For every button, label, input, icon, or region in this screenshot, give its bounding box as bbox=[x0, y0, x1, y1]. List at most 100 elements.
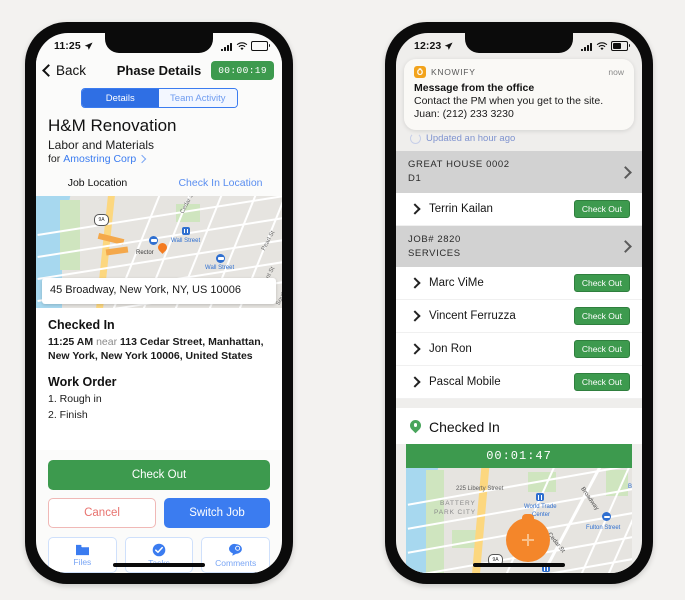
phase-company-row: for Amostring Corp bbox=[48, 153, 270, 165]
home-indicator bbox=[113, 563, 205, 567]
refresh-icon bbox=[410, 133, 421, 145]
wifi-icon bbox=[236, 42, 247, 51]
signal-icon bbox=[221, 43, 232, 51]
tab-team-activity[interactable]: Team Activity bbox=[159, 89, 237, 107]
check-out-button[interactable]: Check Out bbox=[48, 460, 270, 490]
folder-icon bbox=[75, 544, 89, 556]
phase-header: H&M Renovation Labor and Materials for A… bbox=[36, 116, 282, 171]
status-time: 11:25 bbox=[54, 40, 81, 52]
worker-name: Pascal Mobile bbox=[429, 376, 501, 389]
signal-icon bbox=[581, 43, 592, 51]
switch-job-button[interactable]: Switch Job bbox=[164, 498, 270, 528]
segmented-control[interactable]: Details Team Activity bbox=[80, 88, 238, 108]
map-label-wall-street: Wall Street bbox=[171, 238, 201, 244]
left-app: 11:25 Back Phase Details 00:00:19 Detail… bbox=[36, 33, 282, 573]
map-label-fulton: Fulton Street bbox=[586, 525, 621, 532]
check-circle-icon bbox=[152, 543, 166, 557]
worker-check-out-button[interactable]: Check Out bbox=[573, 307, 630, 326]
map-label-park-city: PARK CITY bbox=[434, 509, 476, 517]
location-arrow-icon bbox=[84, 41, 93, 50]
job-group-line2: SERVICES bbox=[408, 247, 461, 259]
phase-title: H&M Renovation bbox=[48, 116, 177, 135]
comments-label: Comments bbox=[215, 558, 257, 568]
updated-status: Updated an hour ago bbox=[396, 130, 642, 151]
push-notification[interactable]: Ō KNOWIFY now Message from the office Co… bbox=[404, 59, 634, 131]
tasks-button[interactable]: Tasks bbox=[124, 537, 194, 573]
active-timer: 00:01:47 bbox=[406, 444, 632, 469]
status-indicators bbox=[581, 41, 630, 51]
status-indicators bbox=[221, 41, 270, 51]
files-button[interactable]: Files bbox=[48, 537, 117, 573]
phase-timer-badge: 00:00:19 bbox=[211, 61, 274, 80]
checked-in-near: near bbox=[96, 336, 118, 348]
left-navbar: Back Phase Details 00:00:19 bbox=[36, 57, 282, 86]
checked-in-heading: Checked In bbox=[48, 318, 115, 332]
worker-row[interactable]: Terrin Kailan Check Out bbox=[396, 192, 642, 226]
chevron-right-icon bbox=[409, 343, 421, 355]
location-tabs[interactable]: Job Location Check In Location bbox=[36, 171, 282, 196]
map-address-card: 45 Broadway, New York, NY, US 10006 bbox=[42, 278, 276, 304]
map-label-brooklyn: Broo bbox=[628, 484, 632, 491]
status-time: 12:23 bbox=[414, 40, 442, 52]
battery-icon bbox=[251, 41, 270, 51]
notification-app-name: KNOWIFY bbox=[431, 67, 476, 77]
tab-details[interactable]: Details bbox=[81, 89, 159, 107]
job-location-map[interactable]: 9A Wall Street Wall Street Rector Cedar … bbox=[36, 196, 282, 308]
icon-actions: Files Tasks bbox=[48, 537, 271, 573]
for-label: for bbox=[48, 153, 61, 165]
map-label-wall-street-2: Wall Street bbox=[205, 265, 235, 271]
battery-icon bbox=[611, 41, 630, 51]
company-link[interactable]: Amostring Corp bbox=[63, 153, 136, 165]
work-order-item: 2. Finish bbox=[48, 409, 88, 422]
worker-check-out-button[interactable]: Check Out bbox=[573, 274, 630, 293]
left-phone-frame: 11:25 Back Phase Details 00:00:19 Detail… bbox=[25, 22, 293, 584]
worker-check-out-button[interactable]: Check Out bbox=[573, 373, 630, 392]
map-transit-icon bbox=[149, 236, 158, 245]
comments-button[interactable]: Comments bbox=[201, 537, 271, 573]
worker-check-out-button[interactable]: Check Out bbox=[573, 340, 630, 359]
map-station-icon bbox=[182, 227, 190, 235]
job-group-header-great-house[interactable]: GREAT HOUSE 0002 D1 bbox=[396, 151, 642, 193]
worker-check-out-button[interactable]: Check Out bbox=[573, 199, 630, 218]
status-time-group: 12:23 bbox=[414, 40, 453, 52]
chevron-right-icon bbox=[409, 277, 421, 289]
worker-name: Vincent Ferruzza bbox=[429, 310, 516, 323]
back-button[interactable]: Back bbox=[42, 63, 86, 78]
chevron-right-icon bbox=[619, 240, 632, 253]
worker-row[interactable]: Jon Ron Check Out bbox=[396, 333, 642, 367]
worker-row[interactable]: Pascal Mobile Check Out bbox=[396, 366, 642, 400]
cancel-button[interactable]: Cancel bbox=[48, 498, 156, 528]
tab-job-location[interactable]: Job Location bbox=[36, 177, 159, 189]
worker-row[interactable]: Marc ViMe Check Out bbox=[396, 267, 642, 301]
map-label-battery-park: BATTERY bbox=[440, 500, 476, 508]
map-label-wtc: World Trade bbox=[524, 504, 557, 511]
home-indicator bbox=[473, 563, 565, 567]
updated-text: Updated an hour ago bbox=[426, 133, 516, 145]
screenshot-root: 11:25 Back Phase Details 00:00:19 Detail… bbox=[0, 0, 685, 600]
job-group-line2: D1 bbox=[408, 173, 422, 185]
work-order-heading: Work Order bbox=[48, 375, 117, 390]
map-transit-icon-2 bbox=[216, 254, 225, 263]
worker-name: Marc ViMe bbox=[429, 277, 484, 290]
notification-time: now bbox=[608, 67, 624, 77]
map-park bbox=[60, 200, 80, 270]
worker-name: Jon Ron bbox=[429, 343, 472, 356]
tab-check-in-location[interactable]: Check In Location bbox=[159, 177, 282, 189]
checked-in-bar: Checked In bbox=[396, 408, 642, 445]
job-group-header-services[interactable]: JOB# 2820 SERVICES bbox=[396, 225, 642, 268]
map-label-wtc2: Center bbox=[532, 512, 551, 519]
map-address: 45 Broadway, New York, NY, US 10006 bbox=[50, 284, 241, 297]
right-app: 12:23 Ō KNOWIFY now Message from the off… bbox=[396, 33, 642, 573]
job-group-line1: JOB# 2820 bbox=[408, 233, 461, 245]
right-notch bbox=[465, 33, 573, 53]
worker-row[interactable]: Vincent Ferruzza Check Out bbox=[396, 300, 642, 334]
work-order-list: 1. Rough in 2. Finish bbox=[48, 392, 270, 424]
map-pin-icon bbox=[410, 420, 421, 435]
notification-title: Message from the office bbox=[414, 82, 535, 94]
chevron-right-icon bbox=[409, 310, 421, 322]
check-in-map[interactable]: 225 Liberty Street BATTERY PARK CITY Wor… bbox=[406, 468, 632, 573]
phase-subtitle: Labor and Materials bbox=[48, 138, 155, 152]
current-location-blob bbox=[506, 514, 550, 563]
left-details-body: Checked In 11:25 AM near 113 Cedar Stree… bbox=[36, 308, 282, 450]
job-group-line1: GREAT HOUSE 0002 bbox=[408, 159, 510, 171]
